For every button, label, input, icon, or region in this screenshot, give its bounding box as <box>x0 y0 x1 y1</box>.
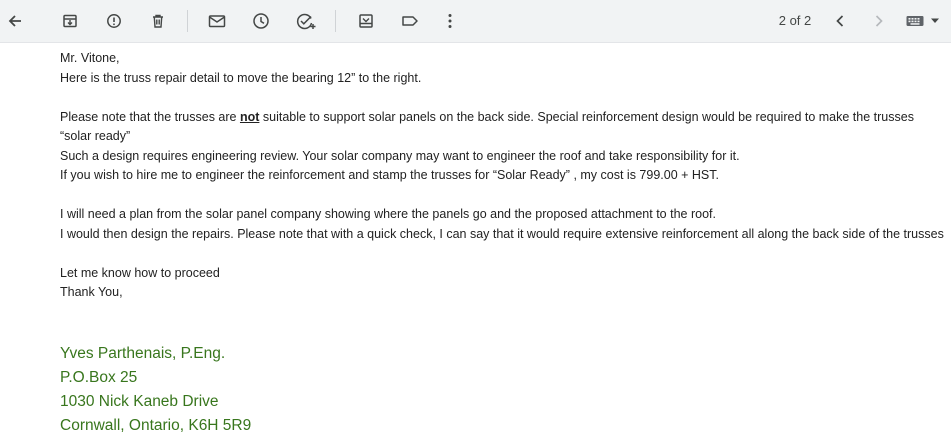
report-spam-icon[interactable] <box>101 8 127 34</box>
label-icon[interactable] <box>397 8 423 34</box>
keyboard-icon[interactable] <box>904 8 926 34</box>
body-line: Such a design requires engineering revie… <box>60 148 740 163</box>
closing: Thank You, <box>60 285 123 299</box>
delete-icon[interactable] <box>145 8 171 34</box>
body-line: Let me know how to proceed <box>60 265 220 280</box>
body-line: Here is the truss repair detail to move … <box>60 70 422 85</box>
chevron-right-icon <box>866 8 892 34</box>
pager-count: 2 of 2 <box>778 13 812 28</box>
move-to-icon[interactable] <box>353 8 379 34</box>
dropdown-arrow-icon[interactable] <box>926 8 944 34</box>
back-arrow-icon[interactable] <box>2 8 28 34</box>
signature-street: 1030 Nick Kaneb Drive <box>60 393 219 410</box>
archive-icon[interactable] <box>57 8 83 34</box>
greeting: Mr. Vitone, <box>60 51 120 65</box>
mark-unread-icon[interactable] <box>204 8 230 34</box>
signature-block: Yves Parthenais, P.Eng. P.O.Box 25 1030 … <box>60 342 251 438</box>
email-body: Mr. Vitone, Here is the truss repair det… <box>60 49 945 303</box>
body-paragraph: I would then design the repairs. Please … <box>60 226 944 241</box>
toolbar: 2 of 2 <box>0 0 951 43</box>
body-line: If you wish to hire me to engineer the r… <box>60 168 719 182</box>
emphasis-text: not <box>239 109 260 124</box>
more-options-icon[interactable] <box>437 8 463 34</box>
signature-city: Cornwall, Ontario, K6H 5R9 <box>60 417 252 434</box>
signature-po-box: P.O.Box 25 <box>60 369 138 386</box>
body-text: Please note that the trusses are <box>60 109 240 124</box>
chevron-left-icon[interactable] <box>827 8 853 34</box>
add-to-tasks-icon[interactable] <box>293 8 319 34</box>
body-line: I will need a plan from the solar panel … <box>60 207 716 221</box>
toolbar-divider <box>335 10 336 32</box>
signature-name: Yves Parthenais, P.Eng. <box>60 345 226 362</box>
body-paragraph: Please note that the trusses are not sui… <box>60 108 945 147</box>
snooze-icon[interactable] <box>248 8 274 34</box>
toolbar-divider <box>187 10 188 32</box>
